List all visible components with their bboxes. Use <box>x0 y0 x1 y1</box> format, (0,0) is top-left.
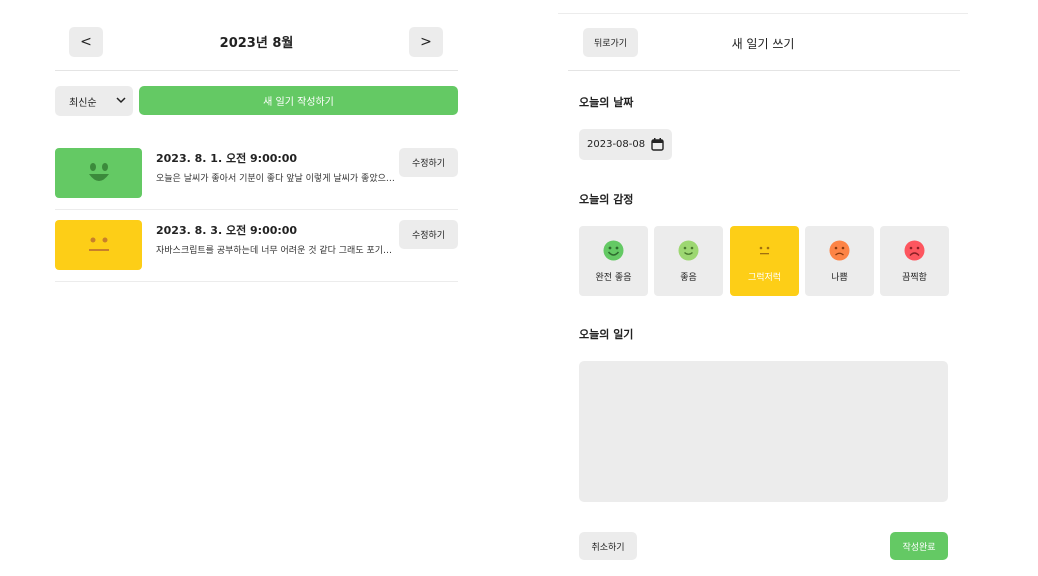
back-button[interactable]: 뒤로가기 <box>583 28 638 57</box>
header-divider <box>568 70 960 71</box>
entry-date[interactable]: 2023. 8. 1. 오전 9:00:00 <box>156 150 297 166</box>
very-happy-face-icon <box>88 163 109 181</box>
entry-excerpt[interactable]: 자바스크립트를 공부하는데 너무 어려운 것 같다 그래도 포기하지 않... <box>156 243 396 256</box>
diary-textarea[interactable] <box>579 361 948 502</box>
diary-editor-panel: 뒤로가기 새 일기 쓰기 오늘의 날짜 2023-08-08 오늘의 감정 완전… <box>558 0 968 576</box>
diary-section-label: 오늘의 일기 <box>579 328 634 341</box>
month-navigation: < 2023년 8월 > <box>55 27 458 57</box>
emotion-thumbnail[interactable] <box>55 148 142 198</box>
calendar-icon[interactable] <box>651 138 664 151</box>
emotion-label: 끔찍함 <box>902 273 927 283</box>
very-happy-face-icon <box>603 240 624 261</box>
new-diary-button[interactable]: 새 일기 작성하기 <box>139 86 458 115</box>
emotion-thumbnail[interactable] <box>55 220 142 270</box>
cancel-button[interactable]: 취소하기 <box>579 532 637 560</box>
neutral-face-icon <box>88 237 109 251</box>
chevron-down-icon <box>116 97 126 104</box>
date-section-label: 오늘의 날짜 <box>579 96 634 109</box>
date-input[interactable]: 2023-08-08 <box>579 129 672 160</box>
sort-select[interactable]: 최신순 <box>55 86 133 116</box>
neutral-face-icon <box>759 246 770 255</box>
month-title: 2023년 8월 <box>219 36 294 51</box>
sad-face-icon <box>829 240 850 261</box>
happy-face-icon <box>678 240 699 261</box>
emotion-option-bad[interactable]: 나쁨 <box>805 226 874 296</box>
emotion-option-good[interactable]: 좋음 <box>654 226 723 296</box>
emotion-section-label: 오늘의 감정 <box>579 193 634 206</box>
sort-selected-label: 최신순 <box>69 97 97 109</box>
submit-button[interactable]: 작성완료 <box>890 532 948 560</box>
emotion-option-neutral[interactable]: 그럭저럭 <box>730 226 799 296</box>
diary-list-item: 2023. 8. 3. 오전 9:00:00 자바스크립트를 공부하는데 너무 … <box>55 210 458 282</box>
diary-list-panel: < 2023년 8월 > 최신순 새 일기 작성하기 2023. 8. 1. 오… <box>55 0 458 576</box>
date-value: 2023-08-08 <box>587 139 646 150</box>
top-divider <box>558 13 968 14</box>
edit-button[interactable]: 수정하기 <box>399 220 458 249</box>
entry-divider <box>55 281 458 282</box>
emotion-label: 완전 좋음 <box>595 273 632 283</box>
emotion-option-very-bad[interactable]: 끔찍함 <box>880 226 949 296</box>
emotion-option-very-good[interactable]: 완전 좋음 <box>579 226 648 296</box>
very-sad-face-icon <box>904 240 925 261</box>
page-title: 새 일기 쓰기 <box>731 37 795 51</box>
emotion-label: 좋음 <box>680 273 697 283</box>
entry-excerpt[interactable]: 오늘은 날씨가 좋아서 기분이 좋다 앞날 이렇게 날씨가 좋았으면 좋... <box>156 171 396 184</box>
entry-date[interactable]: 2023. 8. 3. 오전 9:00:00 <box>156 222 297 238</box>
diary-list-item: 2023. 8. 1. 오전 9:00:00 오늘은 날씨가 좋아서 기분이 좋… <box>55 138 458 210</box>
edit-button[interactable]: 수정하기 <box>399 148 458 177</box>
emotion-label: 그럭저럭 <box>747 273 782 283</box>
header-divider <box>55 70 458 71</box>
next-month-button[interactable]: > <box>409 27 443 57</box>
emotion-label: 나쁨 <box>831 273 848 283</box>
